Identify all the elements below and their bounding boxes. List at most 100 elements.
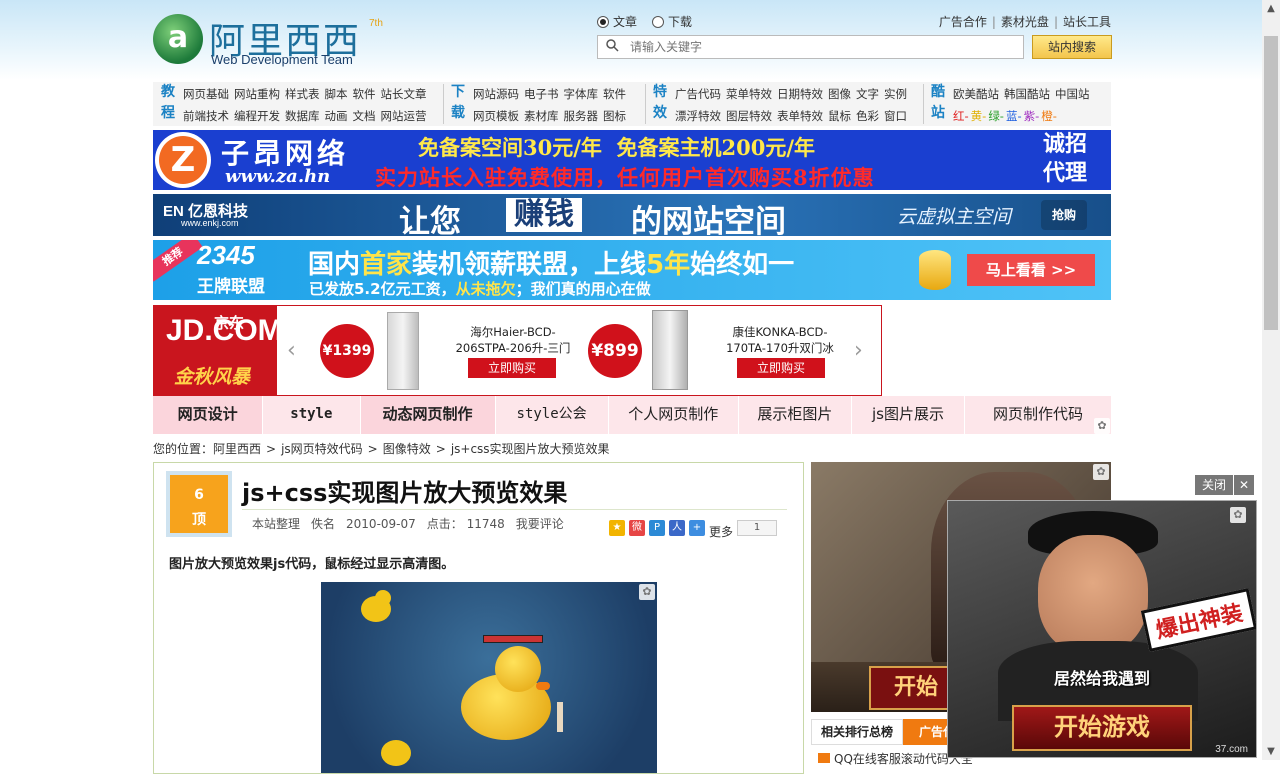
tab-ranking[interactable]: 相关排行总榜 [811, 719, 903, 745]
nav-color-link[interactable]: 橙- [1041, 109, 1057, 123]
nav-link[interactable]: 站长文章 [381, 87, 427, 101]
nav-color-link[interactable]: 蓝- [1006, 109, 1022, 123]
nav-link[interactable]: 菜单特效 [726, 87, 772, 101]
nav-link[interactable]: 网站运营 [381, 109, 427, 123]
banner3-headline: 国内首家装机领薪联盟，上线5年始终如一 [308, 250, 795, 280]
nav-link[interactable]: 广告代码 [675, 87, 721, 101]
scroll-down-icon[interactable]: ▼ [1262, 746, 1280, 757]
nav-link[interactable]: 素材库 [524, 109, 559, 123]
nav-link[interactable]: 电子书 [524, 87, 559, 101]
nav-color-link[interactable]: 红- [953, 109, 969, 123]
share-qzone-icon[interactable]: ★ [609, 519, 625, 536]
banner-enkj-hosting[interactable]: EN 亿恩科技 www.enkj.com 让您 赚钱 的网站空间 云虚拟主空间 … [153, 194, 1111, 236]
nav-link[interactable]: 中国站 [1055, 87, 1090, 101]
nav-link[interactable]: 字体库 [564, 87, 599, 101]
nav-link[interactable]: 图标 [603, 109, 626, 123]
nav-link[interactable]: 漂浮特效 [675, 109, 721, 123]
search-input[interactable] [628, 39, 1012, 55]
menu-item[interactable]: 动态网页制作 [360, 396, 496, 434]
share-count: 1 [737, 519, 778, 536]
close-icon[interactable]: ✕ [1234, 475, 1254, 495]
jd-buy-button[interactable]: 立即购买 [468, 358, 556, 378]
breadcrumb-item[interactable]: js+css实现图片放大预览效果 [451, 442, 610, 456]
search-button[interactable]: 站内搜索 [1032, 35, 1112, 59]
vote-label: 顶 [192, 512, 206, 528]
paw-icon[interactable]: ✿ [639, 584, 655, 600]
share-weibo-icon[interactable]: 微 [629, 519, 645, 536]
menu-item[interactable]: 展示柜图片 [738, 396, 852, 434]
nav-link[interactable]: 数据库 [285, 109, 320, 123]
paw-icon[interactable]: ✿ [1094, 418, 1110, 434]
menu-item[interactable]: 网页制作代码 [965, 396, 1111, 434]
radio-download[interactable]: 下载 [652, 13, 692, 30]
menu-item[interactable]: 网页设计 [153, 396, 264, 434]
popup-close-button[interactable]: 关闭 [1195, 475, 1233, 495]
scrollbar[interactable]: ▲ ▼ [1262, 0, 1280, 760]
share-more-icon[interactable]: + [689, 519, 705, 536]
radio-article[interactable]: 文章 [597, 13, 637, 30]
menu-item[interactable]: style公会 [495, 396, 609, 434]
share-more-label[interactable]: 更多 [709, 523, 733, 540]
breadcrumb-item[interactable]: js网页特效代码 [281, 442, 363, 456]
jd-logo[interactable]: JD.COM 京东 金秋风暴 [154, 306, 283, 395]
nav-color-link[interactable]: 黄- [971, 109, 987, 123]
menu-item[interactable]: style [263, 396, 361, 434]
nav-link[interactable]: 窗口 [884, 109, 907, 123]
banner-url: www.za.hn [225, 166, 331, 187]
nav-link[interactable]: 日期特效 [777, 87, 823, 101]
breadcrumb-item[interactable]: 图像特效 [383, 442, 431, 456]
banner2-buy-button[interactable]: 抢购 [1041, 200, 1087, 230]
nav-link[interactable]: 韩国酷站 [1004, 87, 1050, 101]
nav-link[interactable]: 前端技术 [183, 109, 229, 123]
link-ad-cooperation[interactable]: 广告合作 [939, 15, 987, 29]
menu-item[interactable]: 个人网页制作 [608, 396, 739, 434]
preview-image[interactable]: ✿ [321, 582, 657, 773]
scroll-thumb[interactable] [1264, 36, 1278, 330]
title-divider [242, 509, 787, 510]
nav-link[interactable]: 图层特效 [726, 109, 772, 123]
nav-color-link[interactable]: 紫- [1024, 109, 1040, 123]
menu-item[interactable]: js图片展示 [851, 396, 966, 434]
jd-prev-icon[interactable]: ‹ [287, 338, 296, 363]
nav-link[interactable]: 表单特效 [777, 109, 823, 123]
nav-link[interactable]: 文档 [353, 109, 376, 123]
paw-icon[interactable]: ✿ [1230, 507, 1246, 523]
vote-box[interactable]: 6 顶 [166, 471, 232, 537]
banner-2345-union[interactable]: 推荐 2345 王牌联盟 国内首家装机领薪联盟，上线5年始终如一 已发放5.2亿… [153, 240, 1111, 300]
nav-link[interactable]: 色彩 [856, 109, 879, 123]
nav-link[interactable]: 图像 [828, 87, 851, 101]
nav-link[interactable]: 样式表 [285, 87, 320, 101]
banner3-cta-button[interactable]: 马上看看 >> [967, 254, 1095, 286]
breadcrumb-item[interactable]: 您的位置：阿里西西 [153, 442, 261, 456]
nav-link[interactable]: 欧美酷站 [953, 87, 999, 101]
share-renren-icon[interactable]: 人 [669, 519, 685, 536]
popup-start-button[interactable]: 开始游戏 [1012, 705, 1192, 751]
search-box [597, 35, 1024, 59]
nav-color-link[interactable]: 绿- [988, 109, 1004, 123]
nav-link[interactable]: 网站源码 [473, 87, 519, 101]
nav-link[interactable]: 网站重构 [234, 87, 280, 101]
nav-link[interactable]: 鼠标 [828, 109, 851, 123]
jd-next-icon[interactable]: › [854, 338, 863, 363]
link-material-disc[interactable]: 素材光盘 [1001, 15, 1049, 29]
nav-link[interactable]: 动画 [325, 109, 348, 123]
paw-icon[interactable]: ✿ [1093, 464, 1109, 480]
site-logo[interactable]: a 阿里西西 Web Development Team 7th [153, 12, 413, 72]
jd-buy-button[interactable]: 立即购买 [737, 358, 825, 378]
scroll-up-icon[interactable]: ▲ [1262, 3, 1280, 14]
floating-game-ad[interactable]: 爆出神装 居然给我遇到 开始游戏 37.com ✿ [947, 500, 1257, 758]
comment-link[interactable]: 我要评论 [516, 517, 564, 531]
nav-link[interactable]: 文字 [856, 87, 879, 101]
nav-link[interactable]: 软件 [603, 87, 626, 101]
nav-link[interactable]: 网页基础 [183, 87, 229, 101]
link-webmaster-tools[interactable]: 站长工具 [1063, 15, 1111, 29]
nav-link[interactable]: 脚本 [325, 87, 348, 101]
nav-link[interactable]: 服务器 [564, 109, 599, 123]
nav-link[interactable]: 编程开发 [234, 109, 280, 123]
article-intro: 图片放大预览效果js代码，鼠标经过显示高清图。 [169, 557, 455, 572]
banner-zaang-hosting[interactable]: Z 子昂网络 www.za.hn 免备案空间30元/年 免备案主机200元/年 … [153, 130, 1111, 190]
nav-link[interactable]: 实例 [884, 87, 907, 101]
share-qq-icon[interactable]: P [649, 519, 665, 536]
nav-link[interactable]: 网页模板 [473, 109, 519, 123]
nav-link[interactable]: 软件 [353, 87, 376, 101]
